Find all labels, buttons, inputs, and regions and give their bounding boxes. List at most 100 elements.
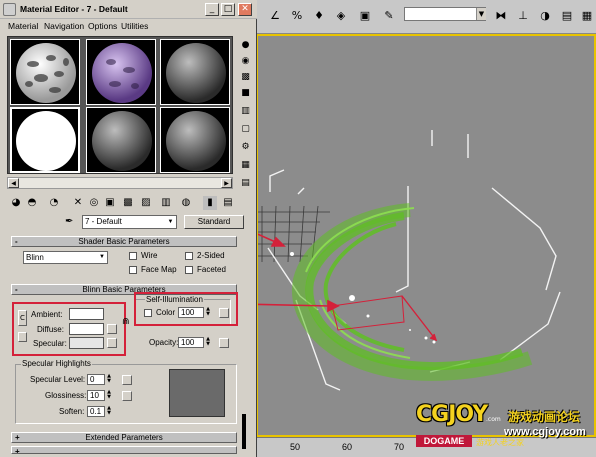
specular-color-swatch[interactable] [69, 337, 104, 349]
material-effects-channel-icon[interactable]: ▩ [121, 196, 135, 210]
rollout-panel: - Shader Basic Parameters Blinn ▼ Wire 2… [7, 232, 247, 457]
percent-snap-icon[interactable]: % [288, 6, 306, 24]
lock-diffuse-specular-button[interactable] [18, 332, 27, 342]
material-navigator-icon[interactable]: ▤ [238, 176, 253, 190]
material-editor-icon[interactable]: ◑ [536, 6, 554, 24]
spinner-arrows-icon[interactable]: ▲ ▼ [205, 307, 211, 318]
title-bar[interactable]: Material Editor - 7 - Default _ □ ✕ [0, 0, 257, 19]
named-selection-dropdown[interactable] [404, 7, 486, 21]
spinner-arrows-icon[interactable]: ▲ ▼ [106, 390, 112, 401]
render-setup-icon[interactable]: ▤ [558, 6, 576, 24]
pick-material-icon[interactable]: ▤ [221, 196, 235, 210]
menu-navigation[interactable]: Navigation [44, 21, 84, 31]
material-type-button[interactable]: Standard [184, 215, 244, 229]
render-icon[interactable]: ▦ [578, 6, 596, 24]
menu-utilities[interactable]: Utilities [121, 21, 148, 31]
window-title: Material Editor - 7 - Default [20, 4, 128, 14]
select-by-material-icon[interactable]: ▦ [238, 158, 253, 172]
rollout-supersampling[interactable]: + [11, 446, 237, 454]
scroll-left-icon[interactable]: ◀ [8, 178, 19, 188]
self-illum-color-checkbox[interactable] [144, 309, 152, 317]
faceted-checkbox[interactable] [185, 266, 193, 274]
spinner-arrows-icon[interactable]: ▲ ▼ [106, 406, 112, 417]
rollout-scrollbar[interactable] [242, 236, 248, 451]
chevron-down-icon: ▼ [167, 219, 174, 225]
angle-snap-icon[interactable]: ∠ [266, 6, 284, 24]
collapse-icon: - [15, 237, 18, 246]
video-color-check-icon[interactable]: ▥ [238, 104, 253, 118]
opacity-label: Opacity: [149, 338, 179, 347]
sample-slot-4-selected[interactable] [10, 107, 80, 173]
map-lock-icon[interactable]: ⋒ [122, 316, 130, 327]
minimize-button[interactable]: _ [205, 3, 219, 16]
sample-slot-6[interactable] [160, 107, 230, 173]
glossiness-map-button[interactable] [122, 391, 132, 401]
watermark-subtitle: 游戏人老之家 [476, 438, 524, 447]
get-material-icon[interactable]: ◕ [9, 196, 23, 210]
scroll-right-icon[interactable]: ▶ [221, 178, 232, 188]
scrollbar-thumb[interactable] [242, 414, 246, 449]
make-preview-icon[interactable]: ▢ [238, 122, 253, 136]
maximize-button[interactable]: □ [221, 3, 235, 16]
put-to-scene-icon[interactable]: ◓ [25, 196, 39, 210]
material-name-value: 7 - Default [85, 217, 122, 226]
go-to-parent-icon[interactable]: ◍ [179, 196, 193, 210]
sample-slot-1[interactable] [10, 39, 80, 105]
options-icon[interactable]: ⚙ [238, 140, 253, 154]
watermark: CGJOY .com 游戏动画论坛 www.cgjoy.com DOGAME 游… [416, 400, 596, 457]
two-sided-checkbox[interactable] [185, 252, 193, 260]
specular-level-map-button[interactable] [122, 375, 132, 385]
show-map-icon[interactable]: ▨ [139, 196, 153, 210]
sample-slot-5[interactable] [86, 107, 156, 173]
mirror-icon[interactable]: ⧓ [492, 6, 510, 24]
opacity-spinner[interactable]: 100 [178, 337, 204, 348]
specular-label: Specular: [33, 339, 67, 348]
self-illum-spinner[interactable]: 100 [178, 307, 204, 318]
sample-slots [7, 36, 233, 174]
align-icon[interactable]: ⊥ [514, 6, 532, 24]
material-name-dropdown[interactable]: 7 - Default ▼ [82, 215, 177, 229]
go-forward-sibling-icon[interactable]: ▮ [203, 196, 217, 210]
make-unique-icon[interactable]: ◎ [87, 196, 101, 210]
show-end-result-icon[interactable]: ▥ [159, 196, 173, 210]
sample-slot-3[interactable] [160, 39, 230, 105]
eyedropper-icon[interactable]: ✒ [65, 216, 73, 227]
sample-slot-2[interactable] [86, 39, 156, 105]
specular-map-button[interactable] [107, 338, 117, 348]
shader-dropdown[interactable]: Blinn ▼ [23, 251, 108, 264]
specular-level-spinner[interactable]: 0 [87, 374, 105, 385]
slots-scrollbar[interactable]: ◀ ▶ [7, 177, 233, 189]
sample-type-icon[interactable]: ● [238, 38, 253, 52]
menu-options[interactable]: Options [88, 21, 117, 31]
ruler-tick: 50 [290, 442, 301, 452]
soften-spinner[interactable]: 0.1 [87, 406, 105, 417]
glossiness-spinner[interactable]: 10 [87, 390, 105, 401]
reset-map-icon[interactable]: ✕ [71, 196, 85, 210]
wire-checkbox[interactable] [129, 252, 137, 260]
two-sided-label: 2-Sided [197, 251, 225, 260]
sample-uv-tiling-icon[interactable]: ■ [238, 86, 253, 100]
spinner-snap-icon[interactable]: ♦ [310, 6, 328, 24]
assign-to-selection-icon[interactable]: ◔ [47, 196, 61, 210]
rollout-extended[interactable]: + Extended Parameters [11, 432, 237, 443]
lock-ambient-diffuse-button[interactable]: C [18, 310, 27, 326]
diffuse-color-swatch[interactable] [69, 323, 104, 335]
abc-icon[interactable]: ✎ [380, 6, 398, 24]
menu-material[interactable]: Material [8, 21, 38, 31]
diffuse-map-button[interactable] [107, 324, 117, 334]
put-to-library-icon[interactable]: ▣ [103, 196, 117, 210]
edit-named-selection-icon[interactable]: ▣ [356, 6, 374, 24]
spinner-arrows-icon[interactable]: ▲ ▼ [205, 337, 211, 348]
face-map-checkbox[interactable] [129, 266, 137, 274]
backlight-icon[interactable]: ◉ [238, 54, 253, 68]
background-checker-icon[interactable]: ▩ [238, 70, 253, 84]
opacity-map-button[interactable] [219, 338, 229, 348]
chevron-down-icon[interactable]: ▼ [476, 8, 486, 20]
named-selection-sets-icon[interactable]: ◈ [332, 6, 350, 24]
rollout-shader-basic[interactable]: - Shader Basic Parameters [11, 236, 237, 247]
chevron-down-icon: ▼ [99, 254, 105, 260]
close-button[interactable]: ✕ [238, 3, 252, 16]
self-illum-map-button[interactable] [219, 308, 229, 318]
spinner-arrows-icon[interactable]: ▲ ▼ [106, 374, 112, 385]
ambient-color-swatch[interactable] [69, 308, 104, 320]
